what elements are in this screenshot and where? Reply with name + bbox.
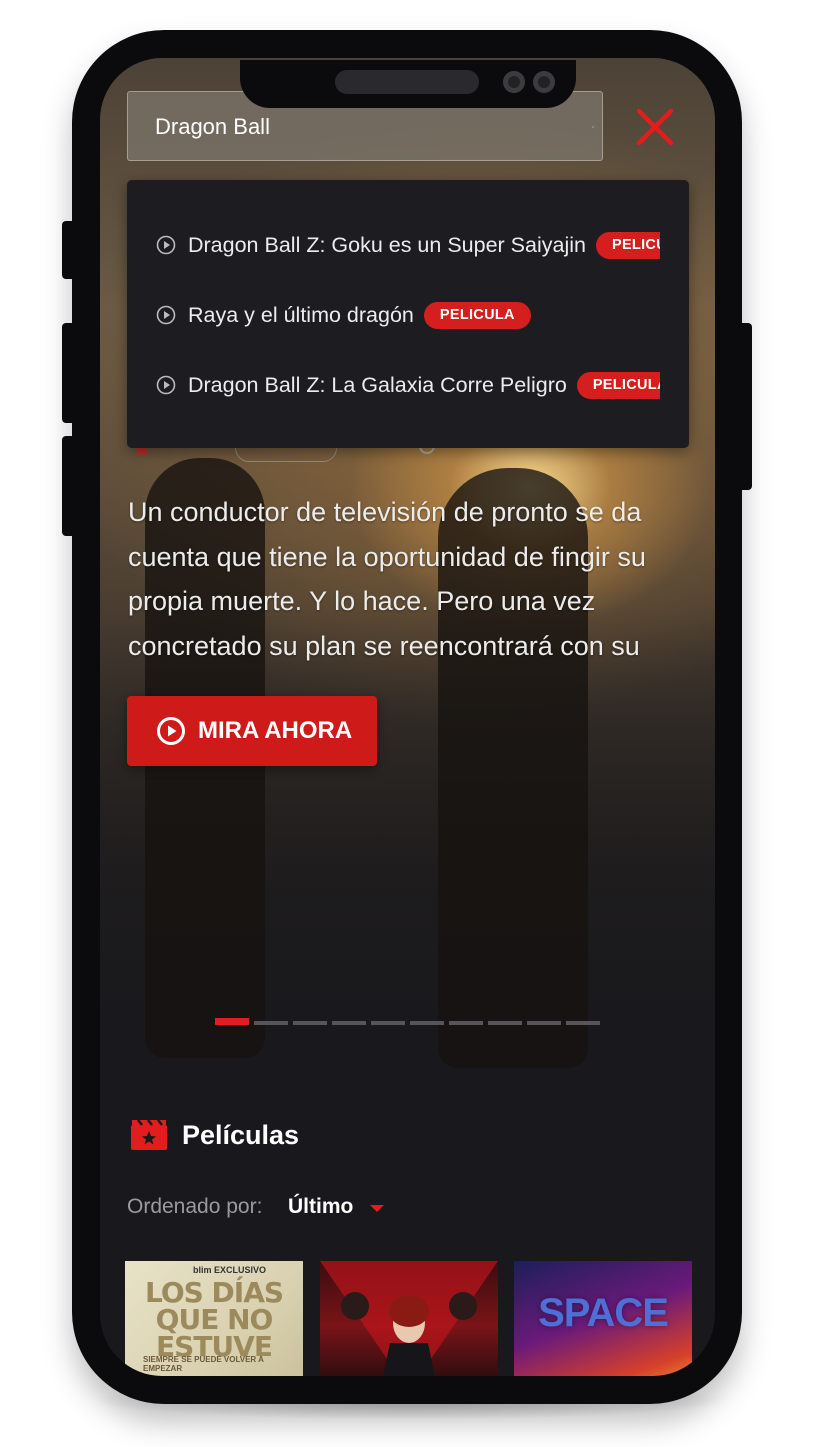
slide-indicator[interactable] (254, 1021, 288, 1025)
suggestion-title: Dragon Ball Z: Goku es un Super Saiyajin (188, 232, 586, 257)
suggestion-title: Dragon Ball Z: La Galaxia Corre Peligro (188, 372, 567, 397)
play-circle-icon (156, 305, 176, 325)
phone-volume-up (62, 323, 76, 423)
camera-lens (503, 71, 525, 93)
close-icon[interactable] (635, 107, 675, 147)
suggestion-item[interactable]: Dragon Ball Z: Goku es un Super Saiyajin… (156, 228, 660, 262)
sort-dropdown[interactable]: Último (288, 1193, 353, 1221)
hero-description: Un conductor de televisión de pronto se … (128, 497, 646, 661)
search-cursor (592, 126, 594, 128)
phone-power-button (738, 323, 752, 490)
slide-indicator[interactable] (566, 1021, 600, 1025)
watch-now-button[interactable]: MIRA AHORA (127, 696, 377, 766)
type-badge: PELICULA (576, 371, 660, 399)
caret-down-icon[interactable] (370, 1205, 384, 1212)
phone-notch (240, 60, 576, 108)
slide-indicator[interactable] (449, 1021, 483, 1025)
search-input-value: Dragon Ball (155, 114, 270, 139)
play-circle-icon (156, 375, 176, 395)
hero-slide-indicators (215, 1018, 600, 1025)
phone-mute-switch (62, 221, 76, 279)
slide-indicator[interactable] (215, 1018, 249, 1025)
slide-indicator[interactable] (527, 1021, 561, 1025)
speaker-grille (335, 70, 479, 94)
clapperboard-icon (131, 1119, 167, 1150)
type-badge: PELICULA (595, 231, 660, 259)
play-circle-icon (156, 235, 176, 255)
slide-indicator[interactable] (332, 1021, 366, 1025)
section-title: Películas (182, 1120, 300, 1150)
play-circle-icon (157, 717, 185, 745)
suggestion-item[interactable]: Dragon Ball Z: La Galaxia Corre Peligro … (156, 368, 660, 402)
slide-indicator[interactable] (410, 1021, 444, 1025)
suggestion-item[interactable]: Raya y el último dragón PELICULA (156, 298, 660, 332)
search-suggestions: Dragon Ball Z: Goku es un Super Saiyajin… (127, 180, 689, 448)
phone-volume-down (62, 436, 76, 536)
sort-label: Ordenado por: (127, 1195, 263, 1218)
type-badge: PELICULA (423, 301, 531, 329)
slide-indicator[interactable] (293, 1021, 327, 1025)
suggestion-title: Raya y el último dragón (188, 302, 414, 327)
slide-indicator[interactable] (371, 1021, 405, 1025)
watch-now-label: MIRA AHORA (198, 717, 353, 744)
slide-indicator[interactable] (488, 1021, 522, 1025)
camera-lens (533, 71, 555, 93)
